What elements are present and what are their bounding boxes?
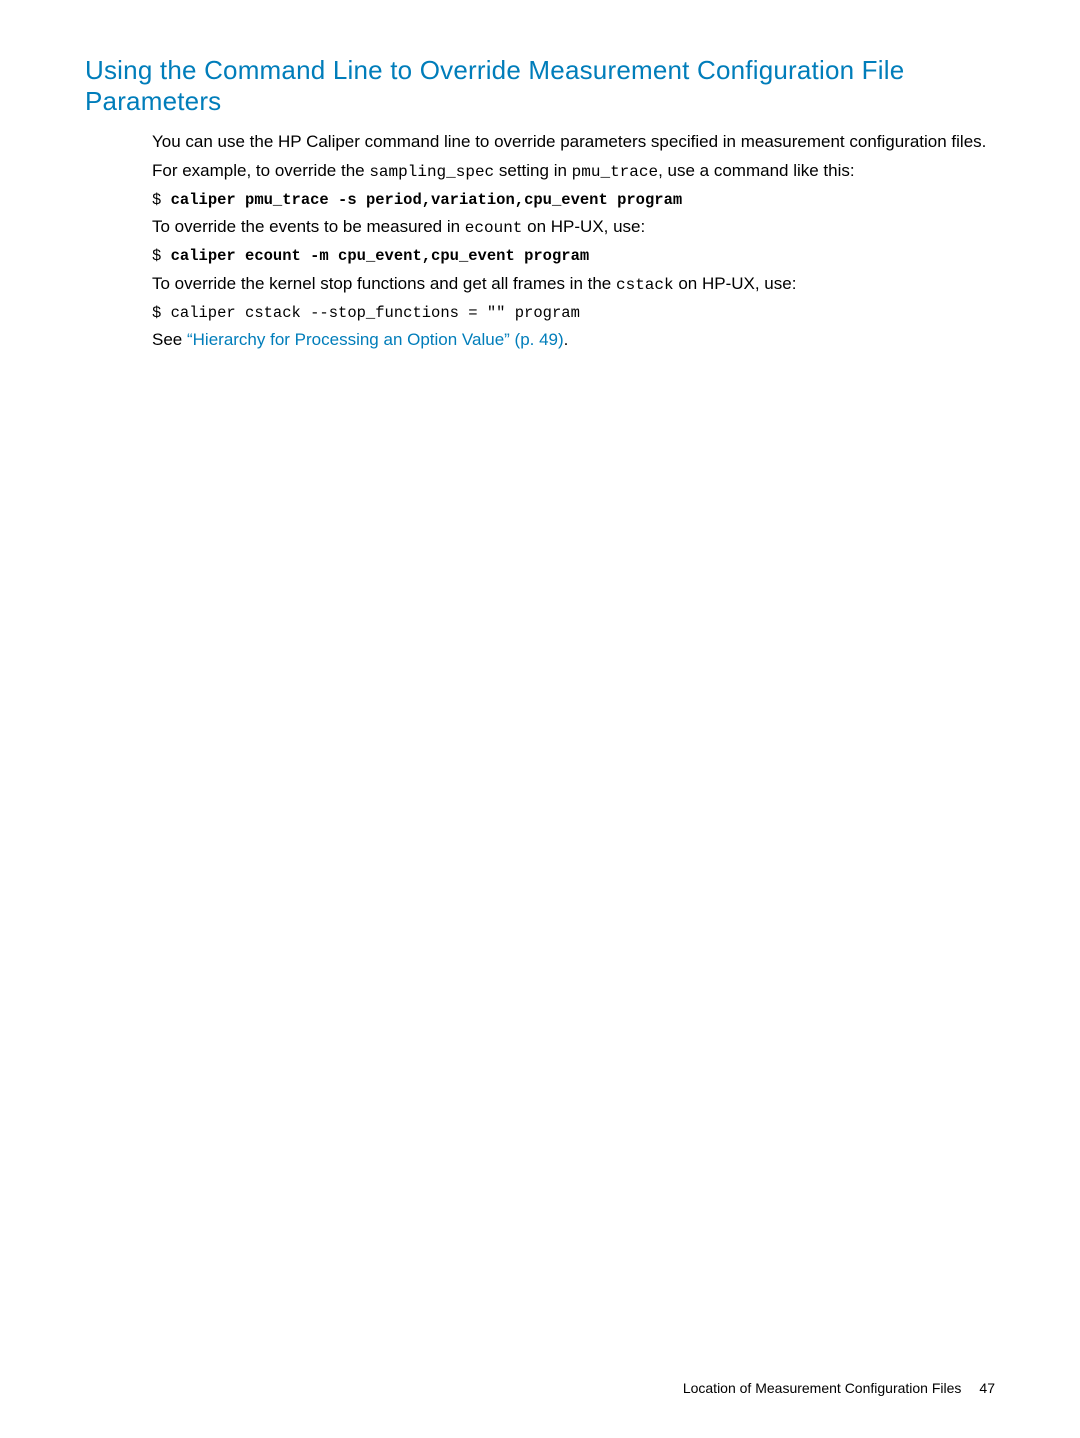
link-hierarchy[interactable]: “Hierarchy for Processing an Option Valu…	[187, 330, 564, 349]
footer-page-number: 47	[979, 1380, 995, 1396]
paragraph-example-2: To override the events to be measured in…	[152, 216, 995, 240]
text: See	[152, 330, 187, 349]
prompt: $	[152, 247, 171, 265]
command-text: caliper ecount -m cpu_event,cpu_event pr…	[171, 247, 590, 265]
page-footer: Location of Measurement Configuration Fi…	[683, 1380, 995, 1396]
code-cstack: cstack	[616, 276, 674, 294]
paragraph-intro: You can use the HP Caliper command line …	[152, 131, 995, 154]
command-3: $ caliper cstack --stop_functions = "" p…	[152, 303, 995, 324]
text: on HP-UX, use:	[522, 217, 645, 236]
text: To override the kernel stop functions an…	[152, 274, 616, 293]
command-2: $ caliper ecount -m cpu_event,cpu_event …	[152, 246, 995, 267]
text: .	[564, 330, 569, 349]
body-content: You can use the HP Caliper command line …	[152, 131, 995, 352]
section-heading: Using the Command Line to Override Measu…	[85, 55, 995, 117]
paragraph-example-1: For example, to override the sampling_sp…	[152, 160, 995, 184]
code-sampling-spec: sampling_spec	[369, 163, 494, 181]
code-pmu-trace: pmu_trace	[572, 163, 658, 181]
text: setting in	[494, 161, 572, 180]
footer-title: Location of Measurement Configuration Fi…	[683, 1380, 962, 1396]
paragraph-see: See “Hierarchy for Processing an Option …	[152, 329, 995, 352]
command-1: $ caliper pmu_trace -s period,variation,…	[152, 190, 995, 211]
code-ecount: ecount	[465, 219, 523, 237]
text: To override the events to be measured in	[152, 217, 465, 236]
command-text: caliper pmu_trace -s period,variation,cp…	[171, 191, 683, 209]
page: Using the Command Line to Override Measu…	[0, 0, 1080, 1438]
text: , use a command like this:	[658, 161, 855, 180]
paragraph-example-3: To override the kernel stop functions an…	[152, 273, 995, 297]
prompt: $	[152, 191, 171, 209]
text: For example, to override the	[152, 161, 369, 180]
text: on HP-UX, use:	[674, 274, 797, 293]
